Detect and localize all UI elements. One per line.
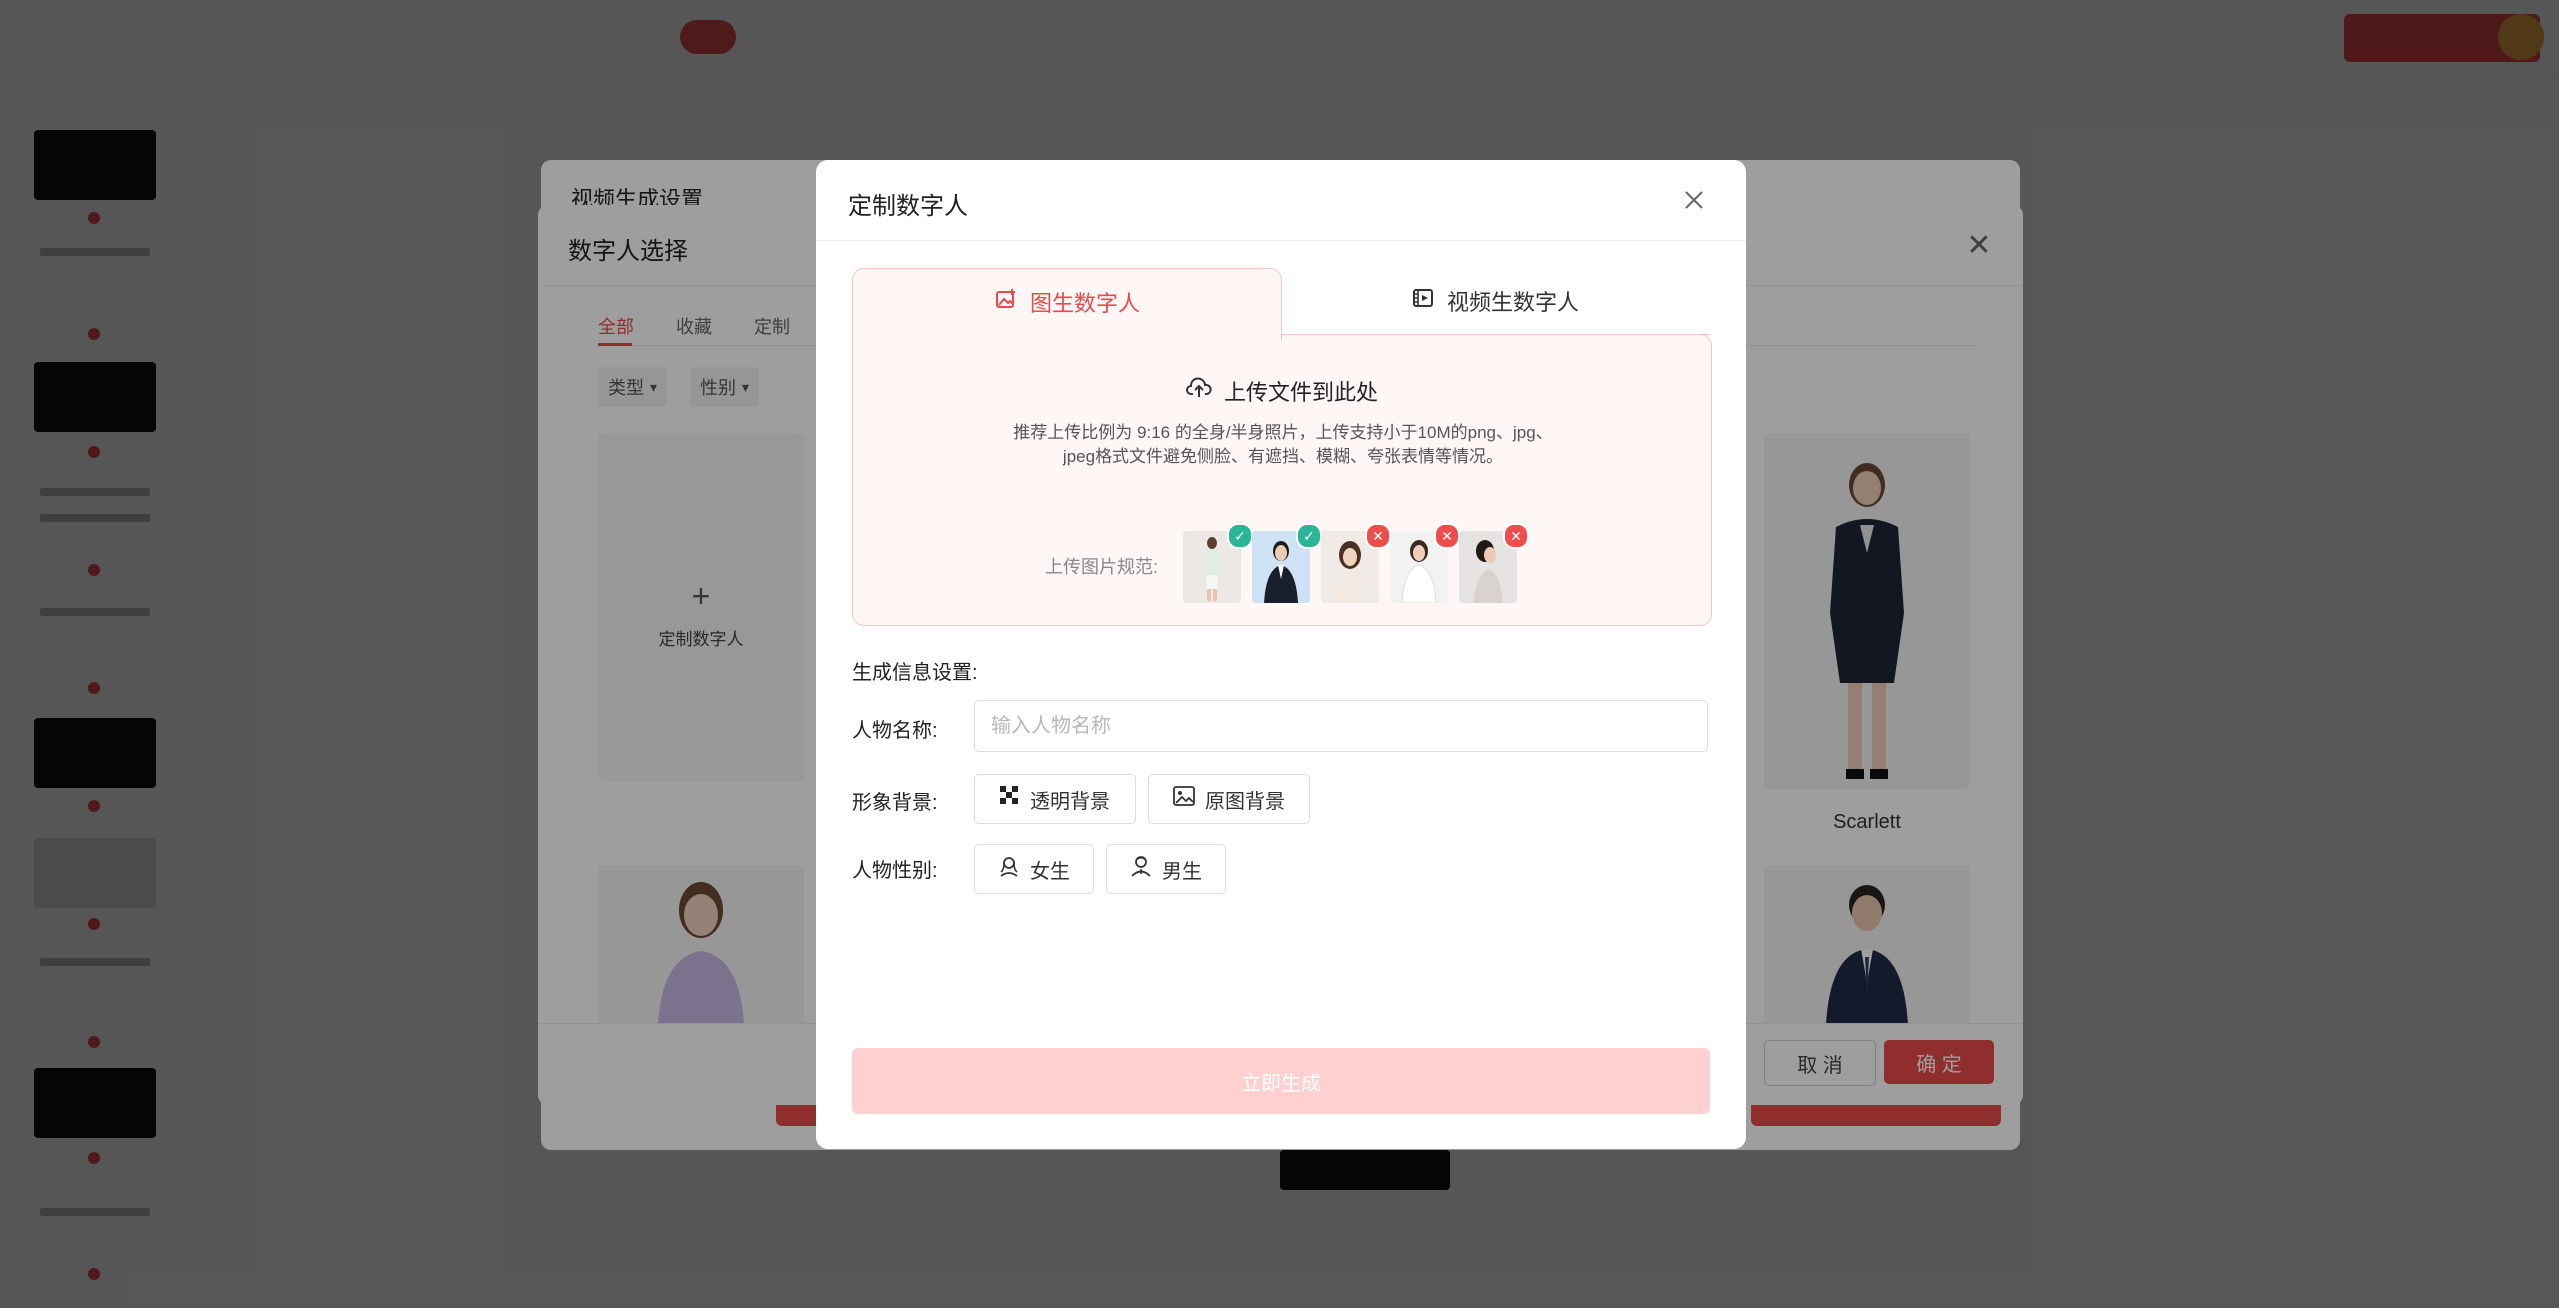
name-label: 人物名称: — [852, 720, 938, 742]
close-icon: ✕ — [1434, 523, 1460, 549]
upload-description-line: jpeg格式文件避免侧脸、有遮挡、模糊、夸张表情等情况。 — [1062, 447, 1504, 466]
male-option-label: 男生 — [1162, 860, 1202, 883]
settings-section-title: 生成信息设置: — [852, 662, 978, 684]
custom-avatar-modal: 定制数字人 图生数字人 视频生数字人 上传文件到此处 推荐上传比例为 9:16 … — [816, 160, 1746, 1149]
spec-example: ✓ — [1183, 523, 1253, 603]
original-background-button[interactable]: 原图背景 — [1148, 774, 1310, 824]
name-input[interactable] — [974, 700, 1708, 752]
custom-avatar-header: 定制数字人 — [816, 160, 1746, 241]
cloud-upload-icon — [1186, 377, 1212, 405]
spec-example: ✓ — [1252, 523, 1322, 603]
original-background-label: 原图背景 — [1205, 790, 1285, 813]
male-option-button[interactable]: 男生 — [1106, 844, 1226, 894]
spec-example: ✕ — [1459, 523, 1529, 603]
check-icon: ✓ — [1296, 523, 1322, 549]
generate-button[interactable]: 立即生成 — [852, 1048, 1710, 1114]
upload-spec-label: 上传图片规范: — [1045, 557, 1159, 577]
modal-title: 定制数字人 — [848, 193, 968, 220]
transparent-background-button[interactable]: 透明背景 — [974, 774, 1136, 824]
gender-label: 人物性别: — [852, 860, 938, 882]
male-icon — [1130, 855, 1152, 883]
check-icon: ✓ — [1227, 523, 1253, 549]
close-icon: ✕ — [1503, 523, 1529, 549]
close-icon[interactable] — [1676, 182, 1712, 218]
image-icon — [1173, 786, 1195, 812]
tab-video-avatar-label: 视频生数字人 — [1446, 290, 1579, 315]
image-add-icon — [994, 287, 1018, 317]
video-icon — [1411, 286, 1435, 316]
background-label: 形象背景: — [852, 792, 938, 814]
tab-image-avatar-label: 图生数字人 — [1029, 291, 1140, 316]
tab-video-avatar[interactable]: 视频生数字人 — [1280, 268, 1710, 335]
female-option-button[interactable]: 女生 — [974, 844, 1094, 894]
tab-image-avatar[interactable]: 图生数字人 — [852, 268, 1282, 341]
upload-description: 推荐上传比例为 9:16 的全身/半身照片，上传支持小于10M的png、jpg、… — [933, 421, 1633, 469]
female-icon — [998, 855, 1020, 883]
female-option-label: 女生 — [1030, 860, 1070, 883]
upload-dropzone[interactable]: 上传文件到此处 推荐上传比例为 9:16 的全身/半身照片，上传支持小于10M的… — [852, 334, 1712, 626]
upload-heading: 上传文件到此处 — [853, 375, 1711, 407]
transparent-background-label: 透明背景 — [1030, 790, 1110, 813]
spec-example: ✕ — [1390, 523, 1460, 603]
checkerboard-icon — [1000, 786, 1020, 812]
upload-heading-text: 上传文件到此处 — [1223, 380, 1378, 405]
spec-example: ✕ — [1321, 523, 1391, 603]
upload-description-line: 推荐上传比例为 9:16 的全身/半身照片，上传支持小于10M的png、jpg、 — [1013, 423, 1553, 442]
close-icon: ✕ — [1365, 523, 1391, 549]
